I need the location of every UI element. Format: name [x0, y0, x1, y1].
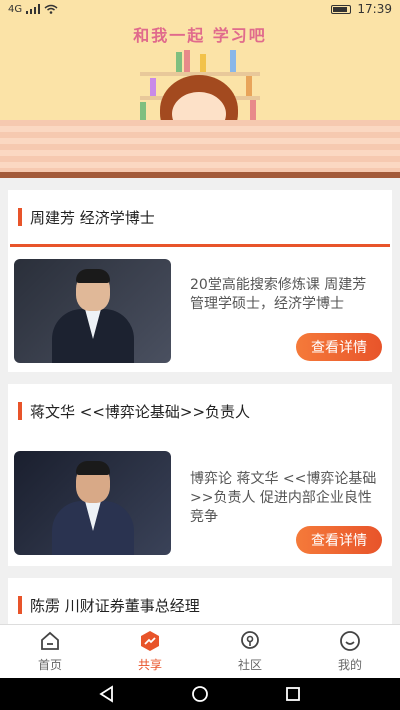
profile-icon	[340, 631, 360, 651]
view-details-button[interactable]: 查看详情	[296, 526, 382, 554]
tab-share[interactable]: 共享	[100, 625, 200, 678]
lecturer-card[interactable]: 蒋文华 <<博弈论基础>>负责人 博弈论 蒋文华 <<博弈论基础>>负责人 促进…	[8, 384, 392, 566]
lecturer-photo[interactable]	[14, 259, 171, 363]
card-divider	[10, 244, 390, 247]
banner-title: 和我一起 学习吧	[133, 26, 267, 45]
banner-floor	[0, 120, 400, 178]
location-icon	[241, 631, 259, 649]
wifi-icon	[44, 4, 58, 14]
battery-icon	[331, 4, 352, 14]
network-label: 4G	[8, 3, 23, 15]
card-description: 博弈论 蒋文华 <<博弈论基础>>负责人 促进内部企业良性竞争	[190, 471, 377, 525]
recents-icon[interactable]	[284, 685, 302, 703]
title-accent-bar	[18, 208, 22, 226]
book	[230, 50, 236, 72]
back-icon[interactable]	[98, 685, 116, 703]
bottom-tab-bar: 首页 共享 社区 我的	[0, 624, 400, 678]
book	[200, 54, 206, 72]
home-icon	[41, 631, 59, 650]
share-icon	[141, 631, 159, 651]
tab-label: 首页	[37, 658, 62, 672]
tab-profile[interactable]: 我的	[300, 625, 400, 678]
card-title: 蒋文华 <<博弈论基础>>负责人	[30, 402, 251, 421]
book	[150, 78, 156, 96]
book	[140, 102, 146, 122]
card-description: 20堂高能搜索修炼课 周建芳 管理学硕士，经济学博士	[190, 277, 367, 312]
card-title: 周建芳 经济学博士	[30, 208, 155, 227]
tab-label: 我的	[337, 658, 362, 672]
signal-icon	[26, 4, 41, 14]
clock: 17:39	[357, 2, 392, 16]
book	[250, 100, 256, 122]
book	[176, 52, 182, 72]
book	[246, 76, 252, 96]
top-banner[interactable]: 和我一起 学习吧	[0, 0, 400, 178]
system-nav-bar	[0, 678, 400, 710]
tab-label: 共享	[137, 658, 162, 672]
lecturer-card[interactable]: 周建芳 经济学博士 20堂高能搜索修炼课 周建芳 管理学硕士，经济学博士 查看详…	[8, 190, 392, 372]
home-nav-icon[interactable]	[191, 685, 209, 703]
card-title: 陈雳 川财证券董事总经理	[30, 596, 200, 615]
title-accent-bar	[18, 596, 22, 614]
tab-label: 社区	[237, 658, 262, 672]
tab-community[interactable]: 社区	[200, 625, 300, 678]
view-details-button[interactable]: 查看详情	[296, 333, 382, 361]
lecturer-photo[interactable]	[14, 451, 171, 555]
title-accent-bar	[18, 402, 22, 420]
status-bar: 4G 17:39	[0, 0, 400, 18]
tab-home[interactable]: 首页	[0, 625, 100, 678]
book	[184, 50, 190, 72]
